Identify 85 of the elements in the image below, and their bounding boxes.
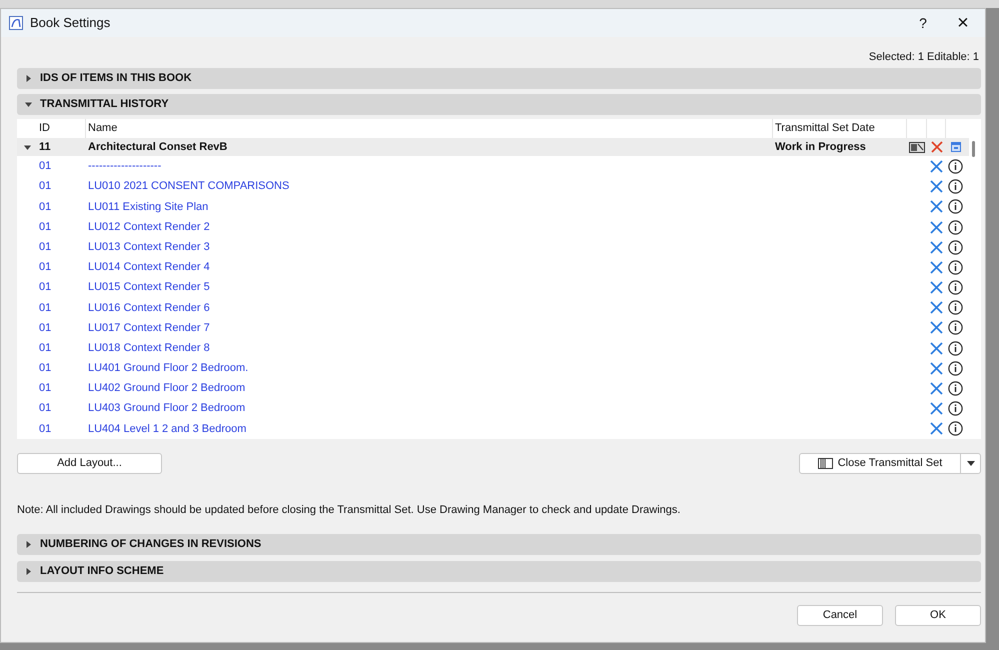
layout-name[interactable]: LU016 Context Render 6 bbox=[86, 300, 773, 316]
row-id: 01 bbox=[38, 200, 52, 215]
info-icon[interactable] bbox=[948, 421, 963, 436]
row-id: 01 bbox=[38, 300, 52, 316]
section-header[interactable]: LAYOUT INFO SCHEME bbox=[17, 561, 981, 582]
window-title: Book Settings bbox=[30, 14, 110, 32]
help-button[interactable]: ? bbox=[905, 12, 941, 34]
remove-icon[interactable] bbox=[930, 180, 943, 194]
layout-name[interactable]: LU012 Context Render 2 bbox=[86, 218, 773, 236]
info-icon[interactable] bbox=[948, 220, 963, 235]
section-header[interactable]: TRANSMITTAL HISTORY bbox=[17, 94, 981, 115]
remove-icon[interactable] bbox=[930, 220, 943, 234]
layout-name[interactable]: LU404 Level 1 2 and 3 Bedroom bbox=[86, 420, 773, 438]
info-icon[interactable] bbox=[948, 260, 963, 275]
row-id: 01 bbox=[38, 381, 52, 396]
remove-icon[interactable] bbox=[930, 342, 943, 355]
row-id: 01 bbox=[38, 401, 52, 416]
row-id: 01 bbox=[38, 280, 52, 296]
row-id: 01 bbox=[38, 320, 52, 336]
row-id: 01 bbox=[38, 260, 52, 276]
remove-icon[interactable] bbox=[930, 422, 943, 436]
row-id: 01 bbox=[38, 240, 52, 255]
row-id: 01 bbox=[38, 179, 52, 194]
note-text: Note: All included Drawings should be updated before closing the Transmittal Set. Use Drawing Manager to check and update Drawings. bbox=[17, 504, 680, 516]
remove-icon[interactable] bbox=[930, 301, 943, 314]
info-icon[interactable] bbox=[948, 199, 963, 214]
info-icon[interactable] bbox=[948, 340, 963, 356]
expand-triangle-icon bbox=[25, 541, 32, 548]
add-layout-button[interactable]: Add Layout... bbox=[17, 453, 162, 474]
remove-icon[interactable] bbox=[930, 240, 943, 254]
caret-icon bbox=[966, 461, 974, 466]
remove-icon[interactable] bbox=[930, 160, 943, 173]
delete-icon[interactable] bbox=[930, 141, 942, 154]
layout-name[interactable]: LU013 Context Render 3 bbox=[86, 238, 773, 256]
layout-name[interactable]: LU010 2021 CONSENT COMPARISONS bbox=[86, 178, 773, 195]
info-icon[interactable] bbox=[948, 158, 963, 174]
info-icon[interactable] bbox=[948, 360, 963, 376]
collapse-triangle-icon bbox=[24, 144, 30, 151]
row-id: 01 bbox=[38, 220, 52, 235]
info-icon[interactable] bbox=[948, 240, 963, 255]
book-icon bbox=[818, 458, 833, 469]
remove-icon[interactable] bbox=[930, 200, 943, 214]
info-icon[interactable] bbox=[948, 401, 963, 416]
remove-icon[interactable] bbox=[930, 382, 943, 396]
remove-icon[interactable] bbox=[930, 281, 943, 294]
window-icon[interactable] bbox=[950, 142, 960, 152]
remove-icon[interactable] bbox=[930, 402, 943, 416]
layout-name[interactable]: LU018 Context Render 8 bbox=[86, 340, 773, 356]
group-name: Architectural Conset RevB bbox=[87, 140, 228, 155]
layout-name[interactable]: LU014 Context Render 4 bbox=[86, 259, 773, 276]
layout-name[interactable]: LU402 Ground Floor 2 Bedroom bbox=[86, 380, 773, 397]
remove-icon[interactable] bbox=[930, 260, 943, 274]
remove-icon[interactable] bbox=[930, 362, 943, 375]
group-row[interactable]: 11 Architectural Conset RevB Work in Progress bbox=[17, 138, 969, 156]
row-id: 01 bbox=[38, 340, 52, 356]
layout-name[interactable]: LU015 Context Render 5 bbox=[86, 279, 773, 296]
selection-info: Selected: 1 Editable: 1 bbox=[868, 50, 979, 63]
close-transmittal-button[interactable]: Close Transmittal Set bbox=[800, 454, 960, 473]
layout-name[interactable]: LU017 Context Render 7 bbox=[86, 320, 773, 336]
row-id: 01 bbox=[38, 422, 52, 437]
collapse-triangle-icon bbox=[25, 101, 32, 108]
expand-triangle-icon bbox=[25, 75, 32, 82]
group-id: 11 bbox=[38, 140, 52, 155]
expand-triangle-icon bbox=[25, 568, 32, 575]
info-icon[interactable] bbox=[948, 300, 963, 316]
group-status: Work in Progress bbox=[774, 140, 867, 155]
dialog-button[interactable]: Cancel bbox=[797, 605, 883, 626]
row-id: 01 bbox=[38, 361, 52, 376]
section-header[interactable]: NUMBERING OF CHANGES IN REVISIONS bbox=[17, 534, 981, 555]
info-icon[interactable] bbox=[948, 179, 963, 194]
scrollbar-thumb[interactable] bbox=[972, 141, 975, 157]
dialog-button[interactable]: OK bbox=[895, 605, 981, 626]
info-icon[interactable] bbox=[948, 280, 963, 296]
layout-name[interactable]: LU011 Existing Site Plan bbox=[86, 198, 773, 216]
layout-sheet-icon bbox=[909, 142, 925, 153]
layout-name[interactable]: -------------------- bbox=[86, 158, 773, 175]
row-id: 01 bbox=[38, 159, 52, 174]
close-button[interactable]: × bbox=[941, 13, 985, 33]
info-icon[interactable] bbox=[948, 381, 963, 396]
remove-icon[interactable] bbox=[930, 321, 943, 334]
layout-name[interactable]: LU401 Ground Floor 2 Bedroom. bbox=[86, 360, 773, 377]
section-header[interactable]: IDS OF ITEMS IN THIS BOOK bbox=[17, 68, 981, 89]
info-icon[interactable] bbox=[948, 320, 963, 336]
app-logo-icon bbox=[9, 16, 23, 30]
layout-name[interactable]: LU403 Ground Floor 2 Bedroom bbox=[86, 400, 773, 417]
